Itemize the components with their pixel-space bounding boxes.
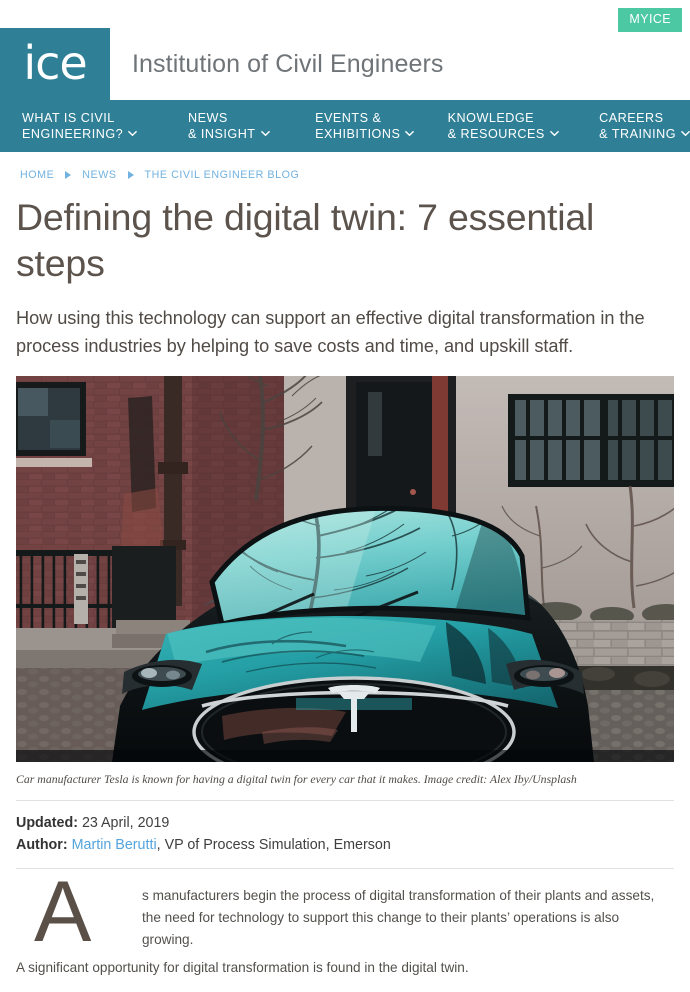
chevron-down-icon bbox=[405, 129, 415, 138]
nav-label-line2: & TRAINING bbox=[599, 127, 676, 141]
article-container: Defining the digital twin: 7 essential s… bbox=[0, 194, 690, 979]
body-paragraph-1-text: s manufacturers begin the process of dig… bbox=[142, 888, 655, 947]
myice-button[interactable]: MYICE bbox=[618, 8, 682, 32]
nav-label-line2: & RESOURCES bbox=[447, 127, 545, 141]
article-standfirst: How using this technology can support an… bbox=[16, 308, 645, 356]
meta-author-label: Author: bbox=[16, 837, 68, 853]
drop-cap: A bbox=[34, 864, 92, 960]
chevron-down-icon bbox=[128, 129, 138, 138]
nav-label-line1: KNOWLEDGE bbox=[447, 111, 535, 125]
main-navigation: WHAT IS CIVIL ENGINEERING? NEWS & INSIGH… bbox=[0, 100, 690, 152]
meta-updated-value: 23 April, 2019 bbox=[81, 815, 170, 831]
breadcrumb: HOME NEWS THE CIVIL ENGINEER BLOG bbox=[0, 152, 690, 181]
nav-label-line1: WHAT IS CIVIL bbox=[22, 111, 115, 125]
nav-label-line1: CAREERS bbox=[599, 111, 664, 125]
chevron-down-icon bbox=[260, 129, 270, 138]
brand[interactable]: ice Institution of Civil Engineers bbox=[0, 28, 443, 100]
nav-label-line2: ENGINEERING? bbox=[22, 127, 124, 141]
chevron-down-icon bbox=[550, 129, 559, 138]
image-caption: Car manufacturer Tesla is known for havi… bbox=[16, 772, 577, 786]
nav-label-line2: & INSIGHT bbox=[188, 127, 256, 141]
breadcrumb-separator-icon bbox=[65, 171, 72, 179]
body-paragraph-1: A s manufacturers begin the process of d… bbox=[16, 864, 674, 960]
chevron-down-icon bbox=[681, 129, 690, 138]
meta-updated-label: Updated: bbox=[16, 815, 78, 831]
nav-item-news-insight[interactable]: NEWS & INSIGHT bbox=[188, 110, 270, 142]
ice-logo-text: ice bbox=[23, 36, 87, 90]
brand-tagline: Institution of Civil Engineers bbox=[132, 49, 444, 78]
meta-updated-row: Updated: 23 April, 2019 bbox=[16, 812, 674, 834]
nav-item-careers-training[interactable]: CAREERS & TRAINING bbox=[599, 110, 690, 142]
page-title: Defining the digital twin: 7 essential s… bbox=[16, 196, 595, 284]
site-header: MYICE ice Institution of Civil Engineers bbox=[0, 0, 690, 100]
meta-author-role: , VP of Process Simulation, Emerson bbox=[156, 837, 391, 853]
author-link[interactable]: Martin Berutti bbox=[72, 837, 157, 853]
body-paragraph-2: A significant opportunity for digital tr… bbox=[16, 960, 469, 975]
meta-author-row: Author: Martin Berutti, VP of Process Si… bbox=[16, 834, 674, 856]
article-meta: Updated: 23 April, 2019 Author: Martin B… bbox=[16, 812, 674, 856]
nav-item-what-is-civil-engineering[interactable]: WHAT IS CIVIL ENGINEERING? bbox=[22, 110, 138, 142]
nav-item-events-exhibitions[interactable]: EVENTS & EXHIBITIONS bbox=[315, 110, 415, 142]
breadcrumb-item-news[interactable]: NEWS bbox=[82, 169, 116, 181]
divider-above-meta bbox=[16, 800, 674, 801]
nav-label-line1: EVENTS & bbox=[315, 111, 382, 125]
ice-logo[interactable]: ice bbox=[0, 28, 110, 100]
nav-item-knowledge-resources[interactable]: KNOWLEDGE & RESOURCES bbox=[448, 110, 559, 142]
nav-label-line2: EXHIBITIONS bbox=[315, 127, 401, 141]
breadcrumb-separator-icon bbox=[127, 171, 134, 179]
breadcrumb-item-blog[interactable]: THE CIVIL ENGINEER BLOG bbox=[145, 169, 300, 181]
nav-label-line1: NEWS bbox=[188, 111, 228, 125]
hero-image bbox=[16, 376, 674, 762]
divider-below-meta bbox=[16, 868, 674, 869]
breadcrumb-item-home[interactable]: HOME bbox=[20, 169, 54, 181]
article-body: A s manufacturers begin the process of d… bbox=[16, 864, 674, 979]
